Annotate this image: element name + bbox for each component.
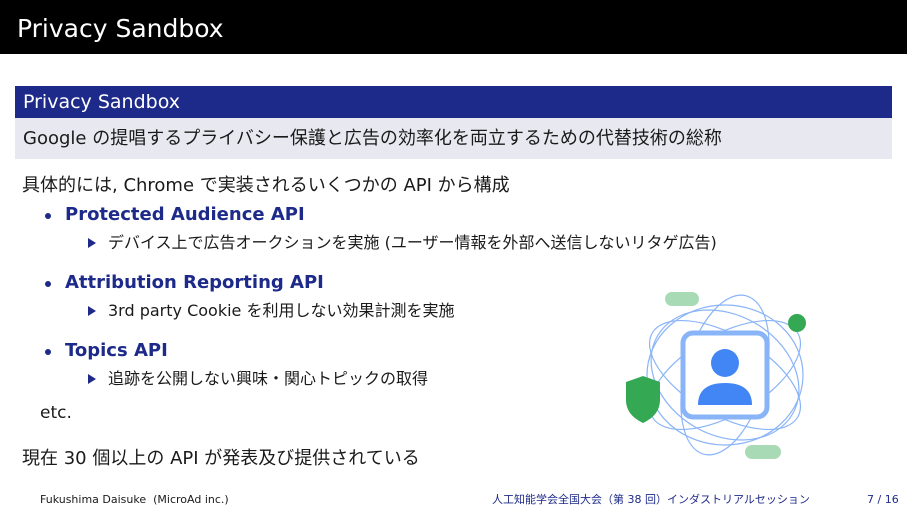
sub-bullet-triangle <box>88 306 96 316</box>
api-title-topics: Topics API <box>65 340 168 361</box>
bullet-dot <box>45 213 51 219</box>
block-title: Privacy Sandbox <box>23 91 180 113</box>
sub-bullet-triangle <box>88 374 96 384</box>
block-header: Privacy Sandbox <box>15 86 892 118</box>
page-number: 7 / 16 <box>867 493 899 506</box>
block-body: Google の提唱するプライバシー保護と広告の効率化を両立するための代替技術の… <box>15 118 892 159</box>
privacy-sandbox-illustration <box>626 292 806 459</box>
api-detail-attribution-reporting: 3rd party Cookie を利用しない効果計測を実施 <box>108 301 455 320</box>
green-pill <box>745 445 781 459</box>
bullet-dot <box>45 281 51 287</box>
api-detail-topics: 追跡を公開しない興味・関心トピックの取得 <box>108 369 429 388</box>
intro-text: 具体的には, Chrome で実装されるいくつかの API から構成 <box>22 175 510 196</box>
slide-title: Privacy Sandbox <box>17 14 224 43</box>
shield-icon <box>626 376 660 423</box>
etc-text: etc. <box>40 403 72 423</box>
footer-conference: 人工知能学会全国大会（第 38 回）インダストリアルセッション <box>492 493 810 506</box>
footer-author: Fukushima Daisuke (MicroAd inc.) <box>40 493 229 506</box>
bullet-dot <box>45 349 51 355</box>
api-detail-protected-audience: デバイス上で広告オークションを実施 (ユーザー情報を外部へ送信しないリタゲ広告) <box>108 233 717 252</box>
green-dot <box>788 314 806 332</box>
green-pill <box>665 292 699 306</box>
api-title-protected-audience: Protected Audience API <box>65 204 305 225</box>
block-definition: Google の提唱するプライバシー保護と広告の効率化を両立するための代替技術の… <box>23 128 722 149</box>
title-bar: Privacy Sandbox <box>0 0 907 54</box>
summary-text: 現在 30 個以上の API が発表及び提供されている <box>22 448 420 469</box>
api-title-attribution-reporting: Attribution Reporting API <box>65 272 324 293</box>
sub-bullet-triangle <box>88 238 96 248</box>
